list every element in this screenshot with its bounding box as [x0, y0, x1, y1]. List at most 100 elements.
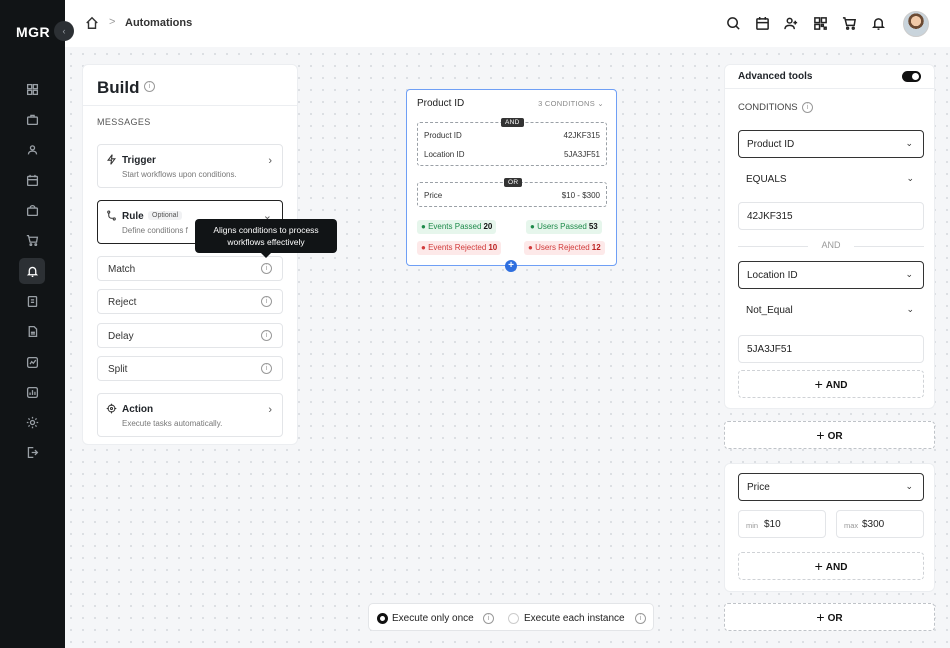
optional-badge: Optional [148, 211, 183, 220]
canvas: > Automations Build i MESSAGES Trigger S… [65, 0, 950, 648]
delay-item[interactable]: Delay i [97, 323, 283, 348]
info-icon[interactable]: i [261, 296, 272, 307]
add-or-button[interactable]: + OR [724, 603, 935, 631]
execute-each-radio[interactable] [508, 613, 519, 624]
condition-row: Product ID 42JKF315 [424, 131, 600, 140]
chevron-down-icon: ⌄ [906, 304, 914, 314]
condition-row: Price $10 - $300 [424, 191, 600, 200]
document-icon[interactable] [22, 321, 42, 341]
operator-select[interactable]: EQUALS ⌄ [738, 166, 924, 194]
operator-select[interactable]: Not_Equal ⌄ [738, 297, 924, 325]
match-item[interactable]: Match i [97, 256, 283, 281]
page-title: Automations [125, 17, 193, 29]
info-icon[interactable]: i [261, 363, 272, 374]
value-input[interactable]: 5JA3JF51 [738, 335, 924, 363]
chevron-left-icon[interactable]: ‹ [54, 21, 74, 41]
bell-icon[interactable] [871, 16, 887, 32]
events-passed-badge: ● Events Passed 20 [417, 220, 497, 234]
info-icon[interactable]: i [635, 613, 646, 624]
divider [83, 105, 297, 106]
field-select[interactable]: Price ⌄ [738, 473, 924, 501]
add-node-button[interactable]: + [505, 260, 517, 272]
user-plus-icon[interactable] [784, 16, 800, 32]
trigger-title: Trigger [122, 155, 156, 166]
or-pill: OR [504, 178, 523, 187]
logo: MGR [16, 24, 51, 40]
chevron-down-icon: ⌄ [906, 173, 914, 183]
plus-icon: + [814, 376, 823, 392]
split-item[interactable]: Split i [97, 356, 283, 381]
conditions-count[interactable]: 3 CONDITIONS ⌄ [538, 99, 604, 108]
info-icon[interactable]: i [483, 613, 494, 624]
trigger-subtitle: Start workflows upon conditions. [122, 170, 237, 179]
advanced-tools-title: Advanced tools [738, 71, 813, 82]
advanced-tools-header: Advanced tools [725, 65, 934, 89]
build-title: Build [97, 78, 140, 97]
plus-icon: + [814, 558, 823, 574]
reject-item[interactable]: Reject i [97, 289, 283, 314]
rule-title: Rule [122, 211, 144, 222]
execute-bar: Execute only once i Execute each instanc… [368, 603, 654, 631]
qr-icon[interactable] [813, 16, 829, 32]
execute-once-radio[interactable] [377, 613, 388, 624]
chevron-down-icon: ⌄ [905, 481, 913, 491]
delay-label: Delay [108, 331, 134, 342]
avatar[interactable] [903, 11, 929, 37]
action-card[interactable]: Action Execute tasks automatically. › [97, 393, 283, 437]
info-icon[interactable]: i [144, 81, 155, 92]
min-input[interactable]: min $10 [738, 510, 826, 538]
logout-icon[interactable] [22, 442, 42, 462]
and-separator: AND [738, 240, 924, 250]
calendar-icon[interactable] [755, 16, 771, 32]
plus-icon: + [816, 609, 825, 625]
add-and-button[interactable]: + AND [738, 552, 924, 580]
settings-icon[interactable] [22, 412, 42, 432]
chevron-down-icon: ⌄ [905, 138, 913, 148]
add-and-button[interactable]: + AND [738, 370, 924, 398]
users-passed-badge: ● Users Passed 53 [526, 220, 602, 234]
sidebar: MGR [0, 0, 65, 648]
users-icon[interactable] [22, 139, 42, 159]
field-select[interactable]: Location ID ⌄ [738, 261, 924, 289]
home-icon[interactable] [85, 16, 99, 33]
chevron-right-icon: › [268, 155, 272, 167]
or-group: OR Price $10 - $300 [417, 178, 607, 207]
advanced-tools-panel: Advanced tools CONDITIONS i Product ID ⌄ … [724, 64, 935, 409]
plus-icon: + [816, 427, 825, 443]
action-subtitle: Execute tasks automatically. [122, 419, 223, 428]
calendar-icon[interactable] [22, 170, 42, 190]
and-pill: AND [501, 118, 524, 127]
value-input[interactable]: 42JKF315 [738, 202, 924, 230]
search-icon[interactable] [726, 16, 742, 32]
file-icon[interactable] [22, 291, 42, 311]
info-icon[interactable]: i [802, 102, 813, 113]
info-icon[interactable]: i [261, 330, 272, 341]
field-select[interactable]: Product ID ⌄ [738, 130, 924, 158]
node-title: Product ID [417, 98, 465, 109]
bar-chart-icon[interactable] [22, 382, 42, 402]
info-icon[interactable]: i [261, 263, 272, 274]
briefcase-icon[interactable] [22, 109, 42, 129]
target-icon [106, 403, 117, 417]
breadcrumb-separator: > [109, 16, 116, 28]
and-group: AND Product ID 42JKF315 Location ID 5JA3JF… [417, 118, 607, 166]
split-label: Split [108, 364, 128, 375]
condition-node[interactable]: Product ID 3 CONDITIONS ⌄ AND Product ID… [406, 89, 617, 266]
match-label: Match [108, 264, 136, 275]
max-input[interactable]: max $300 [836, 510, 924, 538]
chevron-down-icon: ⌄ [905, 269, 913, 279]
messages-label: MESSAGES [97, 117, 151, 127]
execute-once-label: Execute only once [392, 613, 474, 624]
bell-icon[interactable] [19, 258, 45, 284]
events-rejected-badge: ● Events Rejected 10 [417, 241, 502, 255]
advanced-tools-toggle[interactable] [902, 71, 921, 82]
bag-icon[interactable] [22, 200, 42, 220]
chart-icon[interactable] [22, 352, 42, 372]
rule-subtitle: Define conditions f [122, 226, 188, 235]
add-or-button[interactable]: + OR [724, 421, 935, 449]
cart-icon[interactable] [842, 16, 858, 32]
tooltip: Aligns conditions to process workflows e… [195, 219, 337, 258]
cart-icon[interactable] [22, 230, 42, 250]
grid-icon[interactable] [22, 79, 42, 99]
trigger-card[interactable]: Trigger Start workflows upon conditions.… [97, 144, 283, 188]
